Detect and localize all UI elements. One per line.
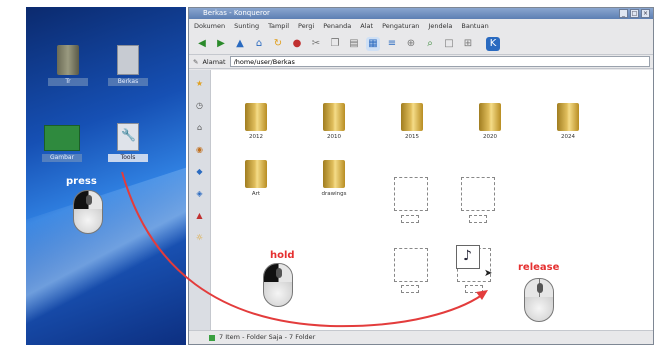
status-text: 7 Item - Folder Saja - 7 Folder	[219, 333, 316, 341]
menubar: Dokumen Sunting Tampil Pergi Penanda Ala…	[189, 19, 653, 33]
location-input[interactable]	[229, 56, 650, 67]
folder-item[interactable]: drawings	[309, 160, 359, 197]
sidebar-bookmarks-icon[interactable]: ★	[194, 78, 206, 90]
status-bar: 7 Item - Folder Saja - 7 Folder	[189, 330, 653, 344]
mouse-release-icon	[524, 278, 554, 322]
desktop-icon-label: Tr	[48, 78, 88, 86]
mouse-pointer-icon: ➤	[484, 268, 493, 279]
split-icon[interactable]: ⊞	[461, 37, 475, 51]
mouse-hold-icon	[263, 263, 293, 307]
window-titlebar[interactable]: Berkas - Konqueror _ □ ×	[189, 8, 653, 19]
zoom-icon[interactable]: ⊕	[404, 37, 418, 51]
drop-placeholder-label	[469, 215, 487, 223]
mouse-press-icon	[73, 190, 103, 234]
menu-item[interactable]: Alat	[360, 22, 373, 30]
toolbar: ◀ ▶ ▲ ⌂ ↻ ● ✂ ❐ ▤ ▦ ≡ ⊕ ⌕ □ ⊞ K	[189, 33, 653, 55]
folder-icon	[323, 160, 345, 188]
sidebar-root-icon[interactable]: ◆	[194, 166, 206, 178]
drop-placeholder-label	[401, 215, 419, 223]
menu-item[interactable]: Jendela	[428, 22, 452, 30]
desktop-icon-label: Berkas	[108, 78, 148, 86]
sidebar-media-icon[interactable]: ▲	[194, 210, 206, 222]
minimize-icon[interactable]: _	[619, 9, 628, 18]
folder-name: 2024	[561, 134, 575, 140]
folder-name: 2010	[327, 134, 341, 140]
desktop-icon-image[interactable]: Gambar	[42, 125, 82, 162]
home-icon[interactable]: ⌂	[252, 37, 266, 51]
folder-item[interactable]: 2020	[465, 103, 515, 140]
maximize-icon[interactable]: □	[630, 9, 639, 18]
folder-icon	[557, 103, 579, 131]
folder-name: 2020	[483, 134, 497, 140]
file-manager-window: Berkas - Konqueror _ □ × Dokumen Sunting…	[188, 7, 654, 345]
sidebar-services-icon[interactable]: ◈	[194, 188, 206, 200]
folder-item[interactable]: 2012	[231, 103, 281, 140]
close-icon[interactable]: ×	[641, 9, 650, 18]
folder-icon	[245, 103, 267, 131]
drop-placeholder	[461, 177, 495, 211]
content-area: ★ ◷ ⌂ ◉ ◆ ◈ ▲ ☼ 2012 2010 2015 2020 2024…	[189, 70, 653, 330]
menu-item[interactable]: Bantuan	[461, 22, 488, 30]
menu-item[interactable]: Dokumen	[194, 22, 225, 30]
menu-item[interactable]: Sunting	[234, 22, 259, 30]
folder-item[interactable]: 2015	[387, 103, 437, 140]
hold-annotation: hold	[270, 250, 295, 261]
folder-name: drawings	[321, 191, 347, 197]
menu-item[interactable]: Pengaturan	[382, 22, 419, 30]
icon-view-icon[interactable]: ▦	[366, 36, 380, 51]
wrench-icon	[117, 123, 139, 151]
folder-name: 2012	[249, 134, 263, 140]
folder-icon	[479, 103, 501, 131]
sidebar-home-icon[interactable]: ⌂	[194, 122, 206, 134]
drop-placeholder	[394, 177, 428, 211]
reload-icon[interactable]: ↻	[271, 37, 285, 51]
sidebar-settings-icon[interactable]: ☼	[194, 232, 206, 244]
press-annotation: press	[66, 176, 97, 187]
folder-icon	[401, 103, 423, 131]
copy-icon[interactable]: ❐	[328, 37, 342, 51]
dragged-file-icon[interactable]	[456, 245, 480, 269]
desktop-icon-documents[interactable]: Berkas	[108, 45, 148, 86]
back-icon[interactable]: ◀	[195, 37, 209, 51]
menu-item[interactable]: Pergi	[298, 22, 314, 30]
desktop-icon-tools[interactable]: Tools	[108, 123, 148, 162]
trash-icon	[57, 45, 79, 75]
folder-item[interactable]: 2010	[309, 103, 359, 140]
folder-icon	[323, 103, 345, 131]
folder-name: 2015	[405, 134, 419, 140]
detail-view-icon[interactable]: ≡	[385, 37, 399, 51]
desktop-icon-label: Tools	[108, 154, 148, 162]
window-title: Berkas - Konqueror	[203, 9, 270, 17]
sidebar-history-icon[interactable]: ◷	[194, 100, 206, 112]
image-icon	[44, 125, 80, 151]
release-annotation: release	[518, 262, 560, 273]
location-bar: ✎ Alamat	[189, 55, 653, 69]
konqueror-icon: K	[486, 36, 500, 51]
folder-item[interactable]: Art	[231, 160, 281, 197]
up-icon[interactable]: ▲	[233, 37, 247, 51]
document-icon	[117, 45, 139, 75]
status-icon	[209, 335, 215, 341]
desktop-icon-label: Gambar	[42, 154, 82, 162]
drop-placeholder-label	[401, 285, 419, 293]
folder-item[interactable]: 2024	[543, 103, 593, 140]
folder-icon	[245, 160, 267, 188]
location-label: Alamat	[202, 57, 226, 66]
stop-icon[interactable]: ●	[290, 37, 304, 51]
menu-item[interactable]: Tampil	[268, 22, 289, 30]
sidebar-network-icon[interactable]: ◉	[194, 144, 206, 156]
drop-placeholder-label	[465, 285, 483, 293]
drop-placeholder	[394, 248, 428, 282]
paste-icon[interactable]: ▤	[347, 37, 361, 51]
desktop-icon-trash[interactable]: Tr	[48, 45, 88, 86]
desktop: Tr Berkas Gambar Tools	[26, 7, 186, 345]
menu-item[interactable]: Penanda	[323, 22, 351, 30]
find-icon[interactable]: ⌕	[423, 37, 437, 51]
sidebar: ★ ◷ ⌂ ◉ ◆ ◈ ▲ ☼	[189, 70, 211, 330]
folder-name: Art	[251, 191, 261, 197]
location-bar-icon: ✎	[193, 57, 199, 66]
view-icon[interactable]: □	[442, 37, 456, 51]
forward-icon[interactable]: ▶	[214, 37, 228, 51]
cut-icon[interactable]: ✂	[309, 37, 323, 51]
